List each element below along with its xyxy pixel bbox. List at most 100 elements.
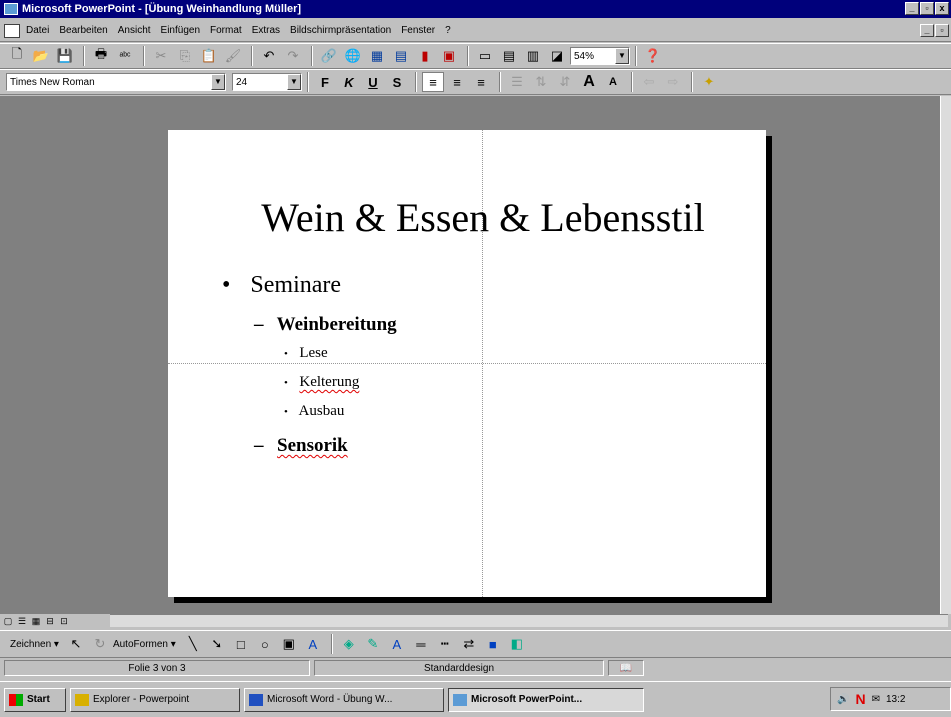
oval-icon[interactable]: ○ [254, 634, 276, 654]
insert-word-table-icon[interactable]: ▤ [390, 46, 412, 66]
free-rotate-icon[interactable]: ↻ [89, 634, 111, 654]
autoshapes-menu-button[interactable]: AutoFormen ▾ [113, 639, 176, 650]
new-slide-icon[interactable]: ▭ [474, 46, 496, 66]
bullet-level3[interactable]: • Ausbau [284, 403, 344, 420]
normal-view-icon[interactable]: ▢ [2, 616, 14, 627]
underline-button[interactable]: U [362, 72, 384, 92]
slide-canvas[interactable]: Wein & Essen & Lebensstil • Seminare – W… [168, 130, 766, 597]
grayscale-icon[interactable]: ◪ [546, 46, 568, 66]
task-explorer[interactable]: Explorer - Powerpoint [70, 687, 240, 712]
powerpoint-app-icon[interactable] [4, 3, 18, 15]
horizontal-scrollbar[interactable] [110, 614, 948, 627]
task-word[interactable]: Microsoft Word - Übung W... [244, 687, 444, 712]
draw-menu-button[interactable]: Zeichnen ▾ [10, 639, 59, 650]
vertical-scrollbar[interactable] [940, 96, 951, 614]
slide-sorter-view-icon[interactable]: ▦ [30, 616, 42, 627]
notes-view-icon[interactable]: ⊟ [44, 616, 56, 627]
undo-icon[interactable]: ↶ [258, 46, 280, 66]
zoom-select[interactable]: 54% ▼ [570, 47, 630, 65]
menu-datei[interactable]: Datei [26, 25, 49, 36]
insert-chart-icon[interactable]: ▮ [414, 46, 436, 66]
chevron-down-icon[interactable]: ▼ [287, 74, 301, 90]
doc-minimize-button[interactable]: _ [920, 24, 934, 37]
animation-effects-icon[interactable]: ✦ [698, 72, 720, 92]
3d-icon[interactable]: ◧ [506, 634, 528, 654]
start-button[interactable]: Start [4, 687, 66, 712]
apply-design-icon[interactable]: ▥ [522, 46, 544, 66]
menu-help[interactable]: ? [445, 25, 451, 36]
select-pointer-icon[interactable]: ↖ [65, 634, 87, 654]
bullet-level2[interactable]: – Sensorik [254, 435, 348, 457]
font-color-icon[interactable]: A [386, 634, 408, 654]
spellcheck-icon[interactable]: ᵃᵇᶜ [114, 46, 136, 66]
document-icon[interactable] [4, 23, 20, 38]
rectangle-icon[interactable]: □ [230, 634, 252, 654]
arrow-style-icon[interactable]: ⇄ [458, 634, 480, 654]
demote-icon[interactable]: ⇨ [662, 72, 684, 92]
hyperlink-icon[interactable]: 🔗 [318, 46, 340, 66]
task-powerpoint[interactable]: Microsoft PowerPoint... [448, 687, 644, 712]
bullet-level2[interactable]: – Weinbereitung [254, 314, 397, 336]
decrease-spacing-icon[interactable]: ⇵ [554, 72, 576, 92]
textbox-icon[interactable]: ▣ [278, 634, 300, 654]
dash-style-icon[interactable]: ┅ [434, 634, 456, 654]
font-name-select[interactable]: Times New Roman ▼ [6, 73, 226, 91]
line-color-icon[interactable]: ✎ [362, 634, 384, 654]
align-center-icon[interactable]: ≡ [446, 72, 468, 92]
bold-button[interactable]: F [314, 72, 336, 92]
open-icon[interactable]: 📂 [30, 46, 52, 66]
menu-bildschirmpraesentation[interactable]: Bildschirmpräsentation [290, 25, 391, 36]
window-title-bar[interactable]: Microsoft PowerPoint - [Übung Weinhandlu… [0, 0, 951, 18]
align-right-icon[interactable]: ≡ [470, 72, 492, 92]
network-n-icon[interactable]: N [855, 691, 865, 707]
line-icon[interactable]: ╲ [182, 634, 204, 654]
fill-color-icon[interactable]: ◈ [338, 634, 360, 654]
cut-icon[interactable]: ✂ [150, 46, 172, 66]
save-icon[interactable]: 💾 [54, 46, 76, 66]
insert-table-icon[interactable]: ▦ [366, 46, 388, 66]
bullet-level3[interactable]: • Kelterung [284, 374, 359, 391]
grow-font-button[interactable]: A [578, 72, 600, 92]
volume-icon[interactable]: 🔊 [837, 694, 849, 705]
menu-ansicht[interactable]: Ansicht [118, 25, 151, 36]
chevron-down-icon[interactable]: ▼ [211, 74, 225, 90]
office-assistant-icon[interactable]: ❓ [642, 46, 664, 66]
arrow-icon[interactable]: ➘ [206, 634, 228, 654]
chevron-down-icon[interactable]: ▼ [615, 48, 629, 64]
line-style-icon[interactable]: ═ [410, 634, 432, 654]
italic-button[interactable]: K [338, 72, 360, 92]
menu-extras[interactable]: Extras [252, 25, 280, 36]
bullet-level3[interactable]: • Lese [284, 345, 328, 362]
menu-einfuegen[interactable]: Einfügen [161, 25, 200, 36]
format-painter-icon[interactable]: 🖌 [222, 46, 244, 66]
slide-title[interactable]: Wein & Essen & Lebensstil [168, 194, 798, 241]
slide-layout-icon[interactable]: ▤ [498, 46, 520, 66]
menu-bearbeiten[interactable]: Bearbeiten [59, 25, 107, 36]
slideshow-view-icon[interactable]: ⊡ [58, 616, 70, 627]
shadow-icon[interactable]: ■ [482, 634, 504, 654]
bullets-icon[interactable]: ☰ [506, 72, 528, 92]
minimize-button[interactable]: _ [905, 2, 919, 15]
web-toolbar-icon[interactable]: 🌐 [342, 46, 364, 66]
restore-button[interactable]: ▫ [920, 2, 934, 15]
promote-icon[interactable]: ⇦ [638, 72, 660, 92]
wordart-icon[interactable]: A [302, 634, 324, 654]
increase-spacing-icon[interactable]: ⇅ [530, 72, 552, 92]
new-icon[interactable]: 🗋 [6, 46, 28, 66]
paste-icon[interactable]: 📋 [198, 46, 220, 66]
font-size-select[interactable]: 24 ▼ [232, 73, 302, 91]
shrink-font-button[interactable]: A [602, 72, 624, 92]
tray-app-icon[interactable]: ✉ [872, 694, 880, 705]
menu-fenster[interactable]: Fenster [401, 25, 435, 36]
bullet-level1[interactable]: • Seminare [222, 272, 341, 299]
print-icon[interactable]: 🖶 [90, 46, 112, 66]
copy-icon[interactable]: ⎘ [174, 46, 196, 66]
doc-restore-button[interactable]: ▫ [935, 24, 949, 37]
insert-clipart-icon[interactable]: ▣ [438, 46, 460, 66]
align-left-icon[interactable]: ≡ [422, 72, 444, 92]
redo-icon[interactable]: ↷ [282, 46, 304, 66]
close-button[interactable]: x [935, 2, 949, 15]
outline-view-icon[interactable]: ☰ [16, 616, 28, 627]
shadow-button[interactable]: S [386, 72, 408, 92]
menu-format[interactable]: Format [210, 25, 242, 36]
